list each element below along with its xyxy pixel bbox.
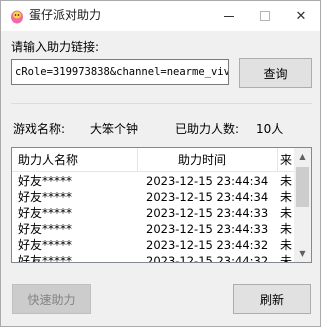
list-item[interactable]: 好友***** 2023-12-15 23:44:34 未 [12, 173, 294, 189]
helper-name: 好友***** [18, 238, 73, 252]
window-title: 蛋仔派对助力 [29, 8, 102, 22]
title-bar[interactable]: 蛋仔派对助力 ✕ [1, 1, 320, 31]
help-time: 2023-12-15 23:44:34 [146, 190, 269, 204]
quick-help-button[interactable]: 快速助力 [12, 284, 91, 314]
vertical-scrollbar[interactable]: ▲ ▼ [294, 148, 311, 262]
column-header-time[interactable]: 助力时间 [138, 148, 278, 172]
list-item[interactable]: 好友***** 2023-12-15 23:44:32 未 [12, 253, 294, 263]
helper-name: 好友***** [18, 254, 73, 263]
close-button[interactable]: ✕ [283, 1, 319, 31]
help-time: 2023-12-15 23:44:34 [146, 174, 269, 188]
helper-name: 好友***** [18, 206, 73, 220]
list-item[interactable]: 好友***** 2023-12-15 23:44:33 未 [12, 221, 294, 237]
close-icon: ✕ [295, 8, 307, 24]
app-window: 蛋仔派对助力 ✕ 请输入助力链接: cRole=319973838&channe… [0, 0, 321, 327]
help-time: 2023-12-15 23:44:32 [146, 254, 269, 263]
list-item[interactable]: 好友***** 2023-12-15 23:44:32 未 [12, 237, 294, 253]
help-status: 未 [280, 254, 293, 263]
help-time: 2023-12-15 23:44:33 [146, 222, 269, 236]
minimize-button[interactable] [211, 1, 247, 31]
maximize-icon [260, 11, 270, 21]
help-count-label: 已助力人数: [175, 122, 240, 136]
help-status: 未 [280, 238, 293, 252]
egg-app-icon [9, 8, 25, 24]
help-status: 未 [280, 206, 293, 220]
column-header-name[interactable]: 助力人名称 [12, 148, 138, 172]
helper-name: 好友***** [18, 190, 73, 204]
refresh-button[interactable]: 刷新 [233, 284, 311, 314]
help-time: 2023-12-15 23:44:33 [146, 206, 269, 220]
helper-name: 好友***** [18, 174, 73, 188]
minimize-icon [224, 15, 234, 17]
help-status: 未 [280, 190, 293, 204]
list-header: 助力人名称 助力时间 来 [12, 148, 294, 172]
list-item[interactable]: 好友***** 2023-12-15 23:44:33 未 [12, 205, 294, 221]
help-count-value: 10人 [256, 122, 284, 136]
scrollbar-thumb[interactable] [296, 167, 309, 207]
help-status: 未 [280, 174, 293, 188]
game-name-label: 游戏名称: [13, 122, 66, 136]
list-rows: 好友***** 2023-12-15 23:44:34 未 好友***** 20… [12, 173, 294, 263]
helper-name: 好友***** [18, 222, 73, 236]
group-divider [11, 103, 312, 104]
help-status: 未 [280, 222, 293, 236]
maximize-button[interactable] [247, 1, 283, 31]
query-button[interactable]: 查询 [239, 58, 312, 88]
scroll-up-icon[interactable]: ▲ [294, 148, 311, 165]
link-label: 请输入助力链接: [11, 40, 100, 54]
list-item[interactable]: 好友***** 2023-12-15 23:44:34 未 [12, 189, 294, 205]
link-input[interactable]: cRole=319973838&channel=nearme_vivo [11, 59, 229, 85]
scroll-down-icon[interactable]: ▼ [294, 245, 311, 262]
helper-list[interactable]: 助力人名称 助力时间 来 好友***** 2023-12-15 23:44:34… [11, 147, 312, 263]
column-header-source[interactable]: 来 [278, 148, 294, 172]
game-name-value: 大笨个钟 [90, 122, 139, 136]
help-time: 2023-12-15 23:44:32 [146, 238, 269, 252]
